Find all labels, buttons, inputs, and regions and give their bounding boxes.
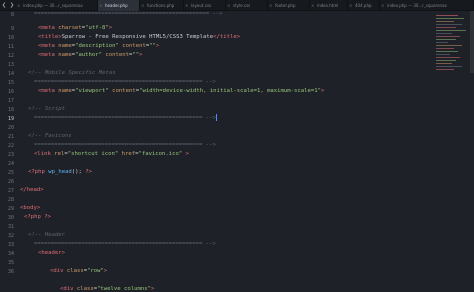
line-number: 29 xyxy=(7,206,14,212)
close-icon[interactable]: × xyxy=(185,3,188,8)
code-line: </head> xyxy=(20,187,44,193)
line-number: 35 xyxy=(7,260,14,266)
line-number: 14 xyxy=(7,71,14,77)
tab-label: header.php xyxy=(105,2,128,8)
code-line: ========================================… xyxy=(34,79,216,85)
vertical-scrollbar[interactable] xyxy=(470,11,474,73)
code-line: ========================================… xyxy=(34,11,223,17)
line-number: 8 xyxy=(10,12,14,18)
tab-label: layout.css xyxy=(191,2,212,8)
code-line: <!-- Mobile Specific Metas xyxy=(28,70,116,76)
tab-index-php[interactable]: × index.php — 30...r_squarenav xyxy=(16,0,98,11)
line-number: 13 xyxy=(7,62,14,68)
line-number: 24 xyxy=(7,161,14,167)
line-number-gutter: 8 9 10 11 12 13 14 15 16 17 18 19 20 21 … xyxy=(0,11,20,292)
close-icon[interactable]: × xyxy=(141,3,144,8)
code-line: ========================================… xyxy=(34,142,216,148)
line-number: 9 xyxy=(10,26,14,32)
code-line: <?php ?> xyxy=(24,214,51,220)
line-number: 23 xyxy=(7,152,14,158)
line-number: 16 xyxy=(7,89,14,95)
line-number: 17 xyxy=(7,98,14,104)
close-icon[interactable]: × xyxy=(349,3,352,8)
tab-label: index.php — 30...r_squarenav xyxy=(23,2,83,8)
code-line: <meta charset="utf-8"> xyxy=(38,25,113,31)
code-line: <meta name="author" content=""> xyxy=(38,52,143,58)
minimap[interactable] xyxy=(432,11,474,81)
tab-layout-css[interactable]: × layout.css xyxy=(184,0,226,11)
line-number: 26 xyxy=(7,179,14,185)
close-icon[interactable]: × xyxy=(311,3,314,8)
tab-label: index.php — 30...r_squarenav xyxy=(387,2,447,8)
code-line: <!-- Script xyxy=(28,106,66,112)
code-line: <link rel="shortcut icon" href="favicon.… xyxy=(34,151,189,157)
line-number: 36 xyxy=(7,269,14,275)
text-cursor xyxy=(215,114,217,121)
tab-label: footer.php xyxy=(275,2,296,8)
close-icon[interactable]: × xyxy=(17,3,20,8)
line-number: 20 xyxy=(7,125,14,131)
code-line: <div class="row"> xyxy=(50,268,108,274)
code-line: <header> xyxy=(38,250,65,256)
tab-404-php[interactable]: × 404.php xyxy=(348,0,380,11)
line-number: 33 xyxy=(7,242,14,248)
line-number: 31 xyxy=(7,224,14,230)
tab-style-css[interactable]: × style.css xyxy=(226,0,268,11)
line-number: 34 xyxy=(7,251,14,257)
tab-footer-php[interactable]: × footer.php xyxy=(268,0,310,11)
line-number: 32 xyxy=(7,233,14,239)
line-number: 22 xyxy=(7,143,14,149)
tab-header-php[interactable]: × header.php xyxy=(98,0,140,11)
line-number: 12 xyxy=(7,53,14,59)
code-line: <?php wp_head(); ?> xyxy=(28,169,93,175)
line-number: 10 xyxy=(7,35,14,41)
close-icon[interactable]: × xyxy=(227,3,230,8)
tab-scroll-right-icon[interactable]: ❯ xyxy=(8,0,16,11)
line-number: 21 xyxy=(7,134,14,140)
line-number-current: 19 xyxy=(7,116,14,122)
line-number: 11 xyxy=(7,44,14,50)
code-line: ========================================… xyxy=(34,241,216,247)
line-number: 18 xyxy=(7,107,14,113)
code-line: <!-- Favicons xyxy=(28,133,72,139)
line-number: 30 xyxy=(7,215,14,221)
tab-label: index.html xyxy=(317,2,339,8)
tab-functions-php[interactable]: × functions.php xyxy=(140,0,184,11)
tab-index-php-2[interactable]: × index.php — 30...r_squarenav xyxy=(380,0,474,11)
tab-label: style.css xyxy=(233,2,251,8)
code-line: <body> xyxy=(20,205,41,211)
code-line: <meta name="viewport" content="width=dev… xyxy=(38,88,325,94)
code-line: <meta name="description" content=""> xyxy=(38,43,160,49)
close-icon[interactable]: × xyxy=(269,3,272,8)
code-line: <title>Sparrow - Free Responsive HTML5/C… xyxy=(38,34,241,40)
line-number: 25 xyxy=(7,170,14,176)
tab-index-html[interactable]: × index.html xyxy=(310,0,348,11)
line-number: 15 xyxy=(7,80,14,86)
code-line: <!-- Header xyxy=(28,232,66,238)
close-icon[interactable]: × xyxy=(99,3,102,8)
code-editor[interactable]: ========================================… xyxy=(20,11,430,292)
code-line-current: ========================================… xyxy=(34,114,217,121)
code-line: <div class="twelve columns"> xyxy=(60,286,155,292)
tab-scroll-left-icon[interactable]: ❮ xyxy=(0,0,8,11)
tab-label: functions.php xyxy=(147,2,175,8)
line-number: 27 xyxy=(7,188,14,194)
tab-label: 404.php xyxy=(355,2,372,8)
close-icon[interactable]: × xyxy=(381,3,384,8)
line-number: 28 xyxy=(7,197,14,203)
